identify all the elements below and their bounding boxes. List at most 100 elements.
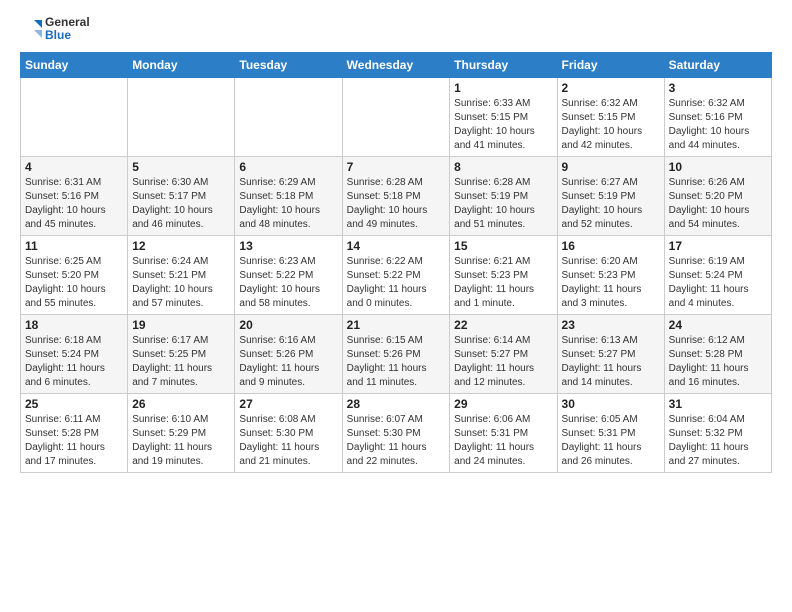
day-of-week-header: Friday (557, 53, 664, 78)
day-info: Sunrise: 6:26 AM Sunset: 5:20 PM Dayligh… (669, 176, 767, 232)
calendar-cell (21, 78, 128, 157)
calendar-cell: 11 Sunrise: 6:25 AM Sunset: 5:20 PM Dayli… (21, 236, 128, 315)
day-info: Sunrise: 6:06 AM Sunset: 5:31 PM Dayligh… (454, 413, 552, 469)
day-info: Sunrise: 6:20 AM Sunset: 5:23 PM Dayligh… (562, 255, 660, 311)
calendar-cell: 7Sunrise: 6:28 AM Sunset: 5:18 PM Daylig… (342, 157, 450, 236)
calendar-cell: 22 Sunrise: 6:14 AM Sunset: 5:27 PM Dayli… (450, 315, 557, 394)
day-number: 18 (25, 318, 123, 332)
day-number: 27 (239, 397, 337, 411)
day-number: 24 (669, 318, 767, 332)
day-info: Sunrise: 6:24 AM Sunset: 5:21 PM Dayligh… (132, 255, 230, 311)
calendar-cell (235, 78, 342, 157)
day-number: 25 (25, 397, 123, 411)
calendar-cell: 5Sunrise: 6:30 AM Sunset: 5:17 PM Daylig… (128, 157, 235, 236)
day-of-week-header: Monday (128, 53, 235, 78)
day-info: Sunrise: 6:04 AM Sunset: 5:32 PM Dayligh… (669, 413, 767, 469)
logo-wordmark: General Blue (45, 16, 90, 42)
day-number: 4 (25, 160, 123, 174)
calendar-cell: 6Sunrise: 6:29 AM Sunset: 5:18 PM Daylig… (235, 157, 342, 236)
calendar-cell: 13Sunrise: 6:23 AM Sunset: 5:22 PM Dayli… (235, 236, 342, 315)
calendar-cell: 14 Sunrise: 6:22 AM Sunset: 5:22 PM Dayli… (342, 236, 450, 315)
day-info: Sunrise: 6:07 AM Sunset: 5:30 PM Dayligh… (347, 413, 446, 469)
day-number: 22 (454, 318, 552, 332)
calendar-cell: 2 Sunrise: 6:32 AM Sunset: 5:15 PM Daylig… (557, 78, 664, 157)
day-info: Sunrise: 6:18 AM Sunset: 5:24 PM Dayligh… (25, 334, 123, 390)
day-number: 26 (132, 397, 230, 411)
day-number: 30 (562, 397, 660, 411)
day-number: 1 (454, 81, 552, 95)
day-info: Sunrise: 6:05 AM Sunset: 5:31 PM Dayligh… (562, 413, 660, 469)
calendar-header-row: SundayMondayTuesdayWednesdayThursdayFrid… (21, 53, 772, 78)
day-info: Sunrise: 6:22 AM Sunset: 5:22 PM Dayligh… (347, 255, 446, 311)
day-number: 2 (562, 81, 660, 95)
day-info: Sunrise: 6:25 AM Sunset: 5:20 PM Dayligh… (25, 255, 123, 311)
calendar-week-row: 18 Sunrise: 6:18 AM Sunset: 5:24 PM Dayli… (21, 315, 772, 394)
day-info: Sunrise: 6:11 AM Sunset: 5:28 PM Dayligh… (25, 413, 123, 469)
calendar-cell: 23 Sunrise: 6:13 AM Sunset: 5:27 PM Dayli… (557, 315, 664, 394)
calendar-cell: 29 Sunrise: 6:06 AM Sunset: 5:31 PM Dayli… (450, 394, 557, 473)
day-info: Sunrise: 6:31 AM Sunset: 5:16 PM Dayligh… (25, 176, 123, 232)
day-number: 10 (669, 160, 767, 174)
day-info: Sunrise: 6:28 AM Sunset: 5:18 PM Dayligh… (347, 176, 446, 232)
day-info: Sunrise: 6:32 AM Sunset: 5:16 PM Dayligh… (669, 97, 767, 153)
day-of-week-header: Thursday (450, 53, 557, 78)
calendar-cell: 24 Sunrise: 6:12 AM Sunset: 5:28 PM Dayli… (664, 315, 771, 394)
calendar-cell (342, 78, 450, 157)
day-info: Sunrise: 6:16 AM Sunset: 5:26 PM Dayligh… (239, 334, 337, 390)
day-of-week-header: Sunday (21, 53, 128, 78)
day-info: Sunrise: 6:28 AM Sunset: 5:19 PM Dayligh… (454, 176, 552, 232)
day-number: 8 (454, 160, 552, 174)
calendar-cell: 10 Sunrise: 6:26 AM Sunset: 5:20 PM Dayli… (664, 157, 771, 236)
calendar-cell: 25 Sunrise: 6:11 AM Sunset: 5:28 PM Dayli… (21, 394, 128, 473)
day-info: Sunrise: 6:14 AM Sunset: 5:27 PM Dayligh… (454, 334, 552, 390)
logo-text-block: General Blue (20, 16, 90, 42)
day-info: Sunrise: 6:19 AM Sunset: 5:24 PM Dayligh… (669, 255, 767, 311)
calendar-cell: 8 Sunrise: 6:28 AM Sunset: 5:19 PM Daylig… (450, 157, 557, 236)
day-info: Sunrise: 6:10 AM Sunset: 5:29 PM Dayligh… (132, 413, 230, 469)
day-info: Sunrise: 6:12 AM Sunset: 5:28 PM Dayligh… (669, 334, 767, 390)
day-info: Sunrise: 6:30 AM Sunset: 5:17 PM Dayligh… (132, 176, 230, 232)
logo: General Blue (20, 16, 90, 42)
calendar-cell (128, 78, 235, 157)
day-number: 17 (669, 239, 767, 253)
day-number: 11 (25, 239, 123, 253)
day-number: 23 (562, 318, 660, 332)
calendar-cell: 31 Sunrise: 6:04 AM Sunset: 5:32 PM Dayli… (664, 394, 771, 473)
calendar-cell: 3Sunrise: 6:32 AM Sunset: 5:16 PM Daylig… (664, 78, 771, 157)
calendar-week-row: 25 Sunrise: 6:11 AM Sunset: 5:28 PM Dayli… (21, 394, 772, 473)
calendar-cell: 27Sunrise: 6:08 AM Sunset: 5:30 PM Dayli… (235, 394, 342, 473)
day-info: Sunrise: 6:29 AM Sunset: 5:18 PM Dayligh… (239, 176, 337, 232)
calendar-cell: 28 Sunrise: 6:07 AM Sunset: 5:30 PM Dayli… (342, 394, 450, 473)
calendar-body: 1 Sunrise: 6:33 AM Sunset: 5:15 PM Daylig… (21, 78, 772, 473)
calendar-cell: 19Sunrise: 6:17 AM Sunset: 5:25 PM Dayli… (128, 315, 235, 394)
calendar-week-row: 11 Sunrise: 6:25 AM Sunset: 5:20 PM Dayli… (21, 236, 772, 315)
header: General Blue (20, 16, 772, 42)
day-info: Sunrise: 6:33 AM Sunset: 5:15 PM Dayligh… (454, 97, 552, 153)
day-number: 14 (347, 239, 446, 253)
day-info: Sunrise: 6:23 AM Sunset: 5:22 PM Dayligh… (239, 255, 337, 311)
day-number: 29 (454, 397, 552, 411)
calendar-cell: 16 Sunrise: 6:20 AM Sunset: 5:23 PM Dayli… (557, 236, 664, 315)
day-number: 31 (669, 397, 767, 411)
day-info: Sunrise: 6:21 AM Sunset: 5:23 PM Dayligh… (454, 255, 552, 311)
day-info: Sunrise: 6:13 AM Sunset: 5:27 PM Dayligh… (562, 334, 660, 390)
calendar-cell: 30 Sunrise: 6:05 AM Sunset: 5:31 PM Dayli… (557, 394, 664, 473)
calendar-cell: 9Sunrise: 6:27 AM Sunset: 5:19 PM Daylig… (557, 157, 664, 236)
logo-blue: Blue (45, 29, 90, 42)
day-info: Sunrise: 6:15 AM Sunset: 5:26 PM Dayligh… (347, 334, 446, 390)
calendar-cell: 15 Sunrise: 6:21 AM Sunset: 5:23 PM Dayli… (450, 236, 557, 315)
calendar-week-row: 1 Sunrise: 6:33 AM Sunset: 5:15 PM Daylig… (21, 78, 772, 157)
day-info: Sunrise: 6:17 AM Sunset: 5:25 PM Dayligh… (132, 334, 230, 390)
day-number: 28 (347, 397, 446, 411)
day-number: 15 (454, 239, 552, 253)
day-info: Sunrise: 6:27 AM Sunset: 5:19 PM Dayligh… (562, 176, 660, 232)
calendar-week-row: 4 Sunrise: 6:31 AM Sunset: 5:16 PM Daylig… (21, 157, 772, 236)
calendar-table: SundayMondayTuesdayWednesdayThursdayFrid… (20, 52, 772, 473)
day-of-week-header: Tuesday (235, 53, 342, 78)
day-number: 16 (562, 239, 660, 253)
day-info: Sunrise: 6:32 AM Sunset: 5:15 PM Dayligh… (562, 97, 660, 153)
day-of-week-header: Wednesday (342, 53, 450, 78)
day-number: 12 (132, 239, 230, 253)
calendar-cell: 20 Sunrise: 6:16 AM Sunset: 5:26 PM Dayli… (235, 315, 342, 394)
day-number: 20 (239, 318, 337, 332)
